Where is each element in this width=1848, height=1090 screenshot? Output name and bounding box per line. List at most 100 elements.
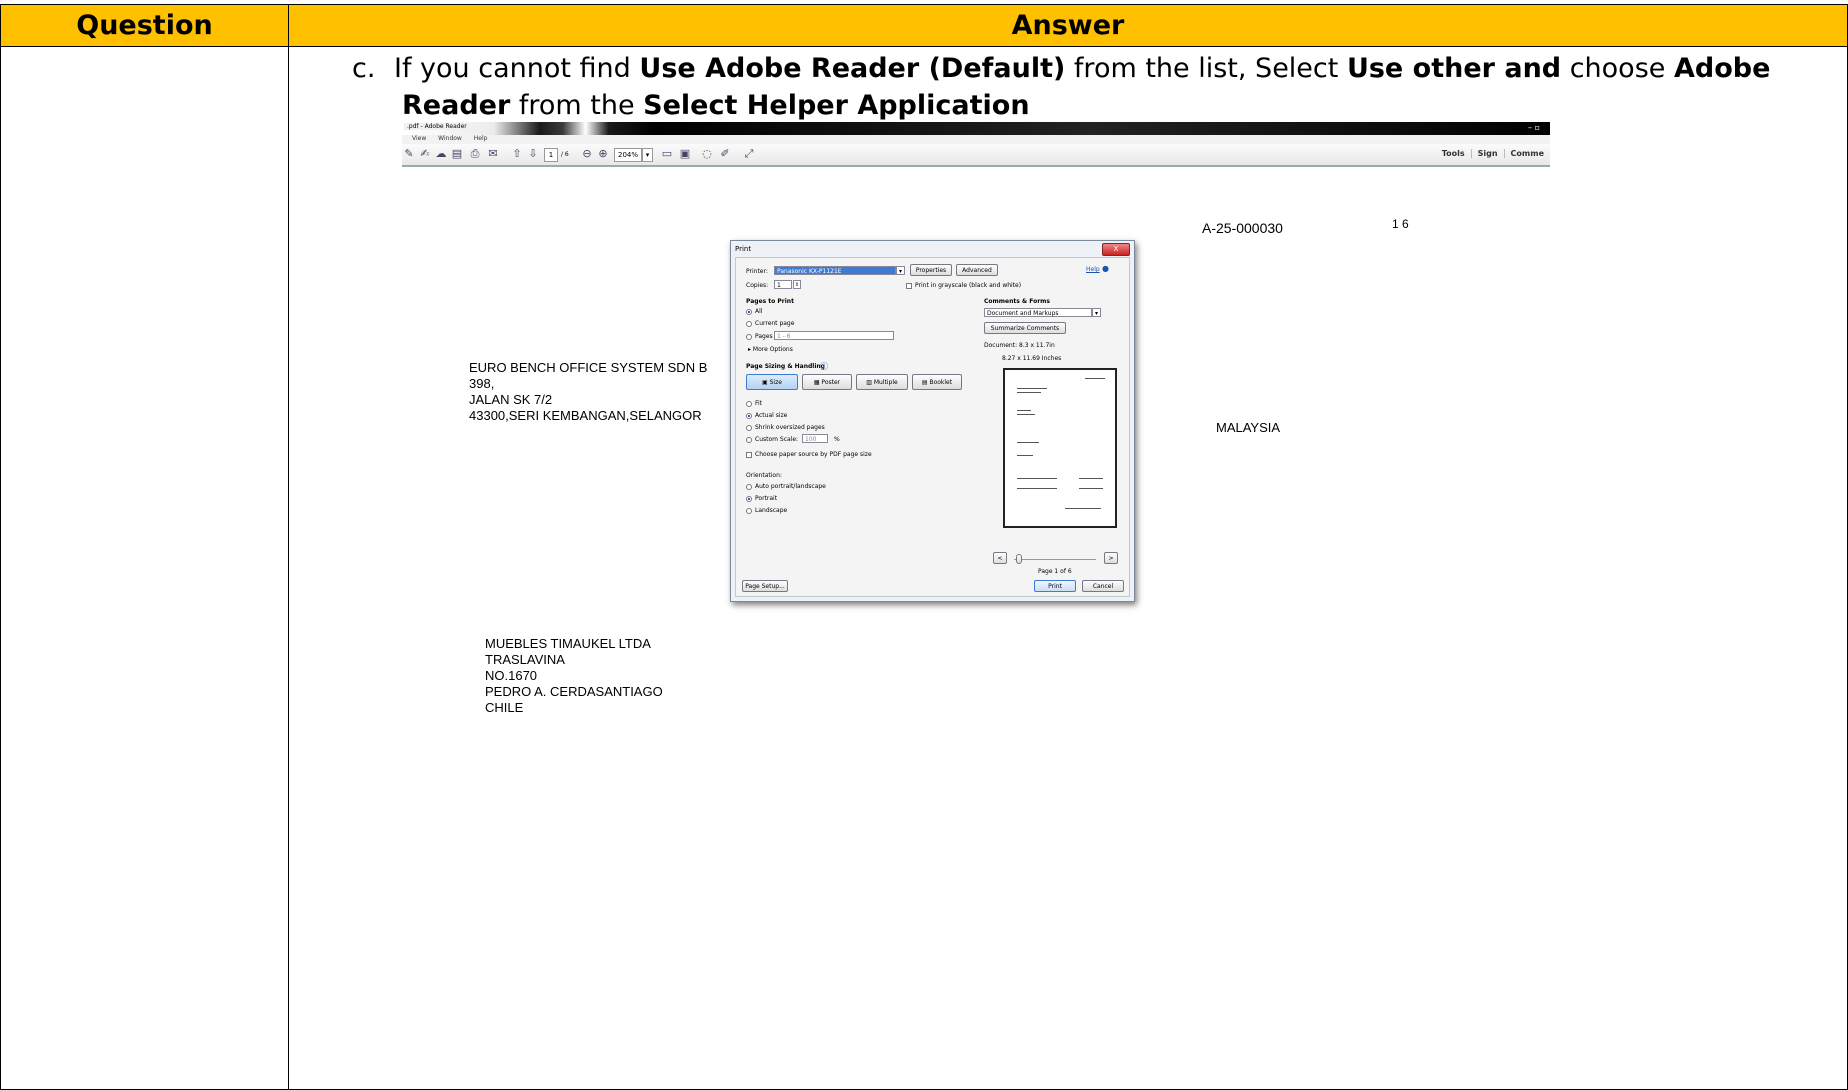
menu-window[interactable]: Window: [438, 135, 462, 142]
orientation-heading: Orientation:: [746, 472, 782, 479]
prev-page-button[interactable]: <: [993, 552, 1007, 564]
header-answer: Answer: [288, 4, 1848, 47]
tools-button[interactable]: Tools: [1436, 149, 1471, 158]
sign-button[interactable]: Sign: [1470, 149, 1504, 158]
header-question: Question: [0, 4, 289, 47]
recipient-line: NO.1670: [485, 668, 538, 683]
radio-all[interactable]: All: [746, 308, 762, 315]
preview-line: [1017, 442, 1039, 443]
create-icon[interactable]: ✎: [402, 147, 416, 161]
preview-line: [1017, 388, 1047, 389]
menu-help[interactable]: Help: [474, 135, 488, 142]
multiple-button[interactable]: ▥ Multiple: [856, 374, 908, 390]
radio-fit[interactable]: Fit: [746, 400, 762, 407]
page-setup-button[interactable]: Page Setup...: [742, 580, 788, 592]
save-icon[interactable]: ▤: [450, 147, 464, 161]
grayscale-option[interactable]: Print in grayscale (black and white): [906, 282, 1021, 289]
fit-page-icon[interactable]: ▭: [660, 147, 674, 161]
copies-input[interactable]: 1: [774, 280, 792, 289]
radio-shrink-label: Shrink oversized pages: [755, 424, 825, 431]
zoom-input[interactable]: 204%: [614, 148, 642, 162]
recipient-line: CHILE: [485, 700, 524, 715]
radio-custom-label: Custom Scale:: [755, 436, 799, 443]
comment-icon[interactable]: ◌: [700, 147, 714, 161]
comments-forms-heading: Comments & Forms: [984, 298, 1050, 305]
print-button[interactable]: Print: [1034, 580, 1076, 592]
highlight-icon[interactable]: ✐: [718, 147, 732, 161]
preview-line: [1065, 508, 1101, 509]
radio-actual-label: Actual size: [755, 412, 788, 419]
summarize-comments-button[interactable]: Summarize Comments: [984, 322, 1066, 334]
page-number-input[interactable]: 1: [544, 148, 558, 162]
prev-page-icon[interactable]: ⇧: [510, 147, 524, 161]
radio-pages[interactable]: Pages: [746, 333, 773, 340]
chevron-down-icon[interactable]: ▾: [1092, 308, 1101, 317]
properties-button[interactable]: Properties: [910, 264, 952, 276]
instr-b2: Use other and: [1346, 53, 1562, 84]
doc-page-info: 1 6: [1392, 217, 1409, 231]
next-page-icon[interactable]: ⇩: [526, 147, 540, 161]
adobe-reader-screenshot: .pdf - Adobe Reader – ▫ View Window Help…: [402, 122, 1550, 722]
reader-title: .pdf - Adobe Reader: [404, 123, 470, 130]
edit-icon[interactable]: ✍: [418, 147, 432, 161]
radio-custom-scale[interactable]: Custom Scale:: [746, 436, 798, 443]
radio-fit-label: Fit: [755, 400, 763, 407]
email-icon[interactable]: ✉: [486, 147, 500, 161]
zoom-out-icon[interactable]: ⊖: [580, 147, 594, 161]
preview-line: [1017, 392, 1041, 393]
radio-current-page[interactable]: Current page: [746, 320, 794, 327]
page-total: / 6: [561, 151, 569, 158]
paper-size: 8.27 x 11.69 Inches: [1002, 355, 1062, 362]
doc-country: MALAYSIA: [1216, 420, 1281, 435]
preview-slider-handle[interactable]: [1016, 554, 1022, 564]
fit-width-icon[interactable]: ▣: [678, 147, 692, 161]
preview-line: [1017, 455, 1033, 456]
grayscale-label: Print in grayscale (black and white): [915, 282, 1022, 289]
radio-landscape[interactable]: Landscape: [746, 507, 787, 514]
copies-label: Copies:: [746, 282, 769, 289]
radio-all-label: All: [755, 308, 763, 315]
cloud-icon[interactable]: ☁: [434, 147, 448, 161]
zoom-in-icon[interactable]: ⊕: [596, 147, 610, 161]
more-options-toggle[interactable]: ▸ More Options: [748, 346, 793, 353]
radio-auto-orientation[interactable]: Auto portrait/landscape: [746, 483, 826, 490]
menu-view[interactable]: View: [412, 135, 426, 142]
percent-label: %: [834, 436, 840, 443]
advanced-button[interactable]: Advanced: [956, 264, 998, 276]
print-icon[interactable]: ⎙: [468, 147, 482, 161]
recipient-line: TRASLAVINA: [485, 652, 565, 667]
window-controls-icon[interactable]: – ▫: [1528, 123, 1540, 132]
expand-icon[interactable]: ⤢: [742, 147, 756, 161]
help-link[interactable]: Help: [1086, 266, 1100, 273]
comment-button[interactable]: Comme: [1503, 149, 1550, 158]
size-icon: ▣: [762, 379, 770, 386]
doc-sender: EURO BENCH OFFICE SYSTEM SDN B 398, JALA…: [469, 360, 707, 424]
more-options-label: More Options: [752, 346, 793, 353]
radio-current-label: Current page: [755, 320, 795, 327]
close-icon[interactable]: X: [1102, 243, 1130, 256]
radio-actual-size[interactable]: Actual size: [746, 412, 787, 419]
preview-line: [1017, 410, 1031, 411]
printer-select[interactable]: Panasonic KX-P1121E: [774, 266, 896, 275]
radio-shrink[interactable]: Shrink oversized pages: [746, 424, 825, 431]
booklet-button[interactable]: ▤ Booklet: [912, 374, 962, 390]
cancel-button[interactable]: Cancel: [1082, 580, 1124, 592]
zoom-dropdown-icon[interactable]: ▾: [642, 148, 653, 162]
comments-select[interactable]: Document and Markups: [984, 308, 1092, 317]
size-button[interactable]: ▣ Size: [746, 374, 798, 390]
chevron-down-icon[interactable]: ▾: [896, 266, 905, 275]
recipient-line: MUEBLES TIMAUKEL LTDA: [485, 636, 651, 651]
copies-stepper-icon[interactable]: ⇕: [793, 280, 801, 289]
preview-line: [1017, 414, 1035, 415]
poster-button[interactable]: ▦ Poster: [802, 374, 852, 390]
recipient-line: PEDRO A. CERDASANTIAGO: [485, 684, 663, 699]
help-icon[interactable]: ●: [1102, 264, 1109, 273]
paper-source-option[interactable]: Choose paper source by PDF page size: [746, 451, 872, 458]
pages-range-input[interactable]: 1 - 6: [774, 331, 894, 340]
next-page-button[interactable]: >: [1104, 552, 1118, 564]
custom-scale-input[interactable]: 100: [802, 434, 828, 443]
radio-portrait[interactable]: Portrait: [746, 495, 777, 502]
info-icon: ⓘ: [820, 362, 828, 371]
sender-line: 398,: [469, 376, 495, 391]
preview-line: [1017, 478, 1057, 479]
